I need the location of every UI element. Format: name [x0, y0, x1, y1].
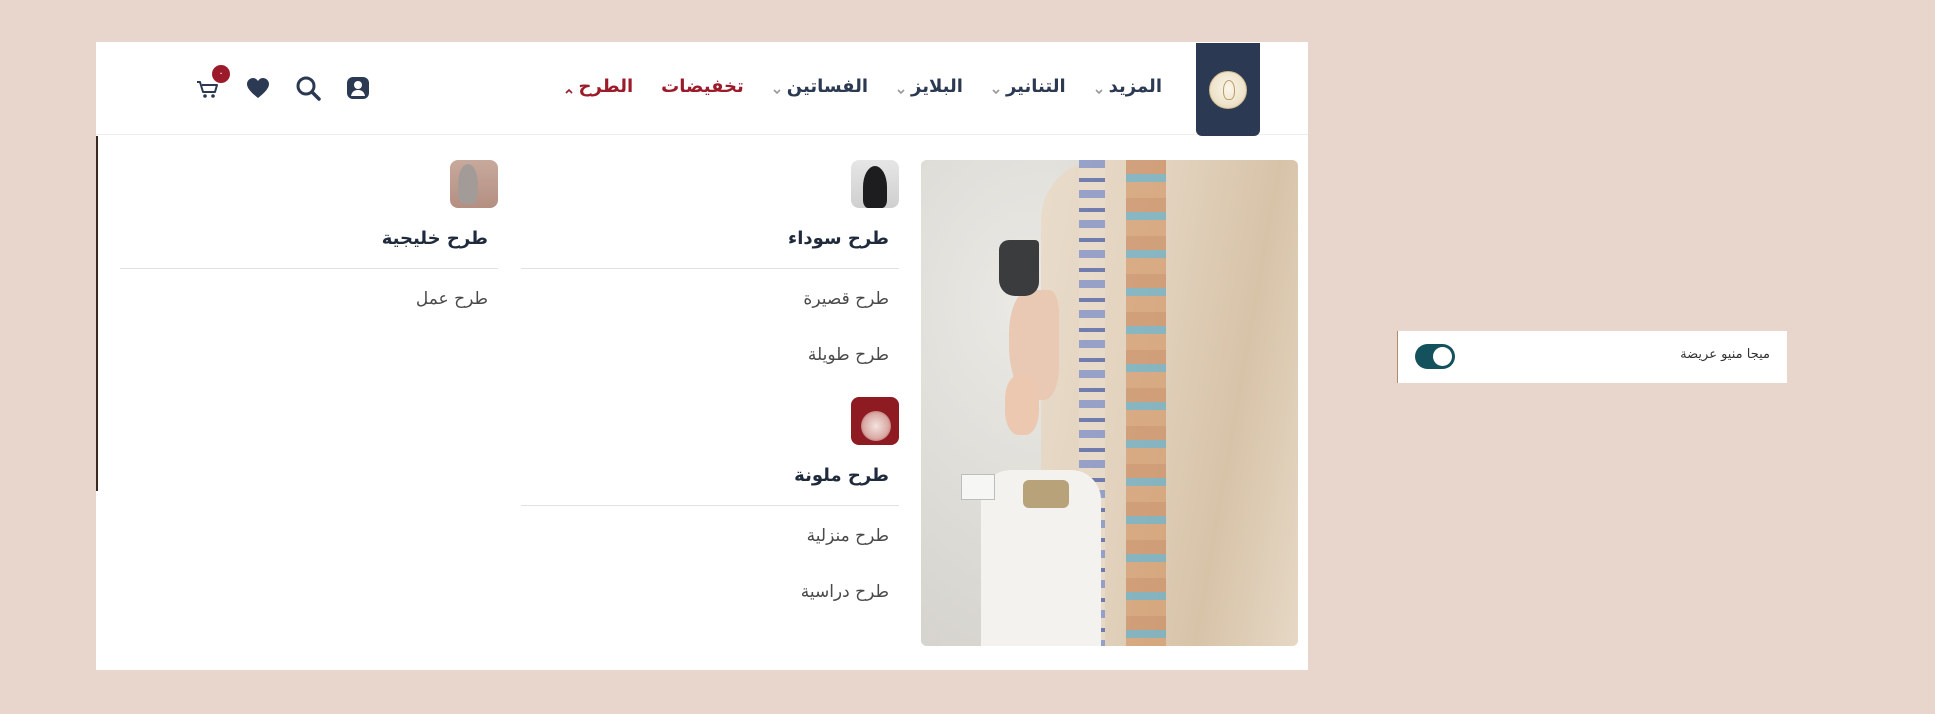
nav-item-label: تخفيضات: [661, 76, 744, 97]
nav-item-blouses[interactable]: البلايز: [896, 76, 963, 97]
mega-menu-settings-panel: ميجا منيو عريضة: [1397, 331, 1787, 383]
nav-item-label: البلايز: [911, 76, 963, 97]
logo-emblem-icon: [1209, 71, 1247, 109]
nav-item-more[interactable]: المزيد: [1094, 76, 1162, 97]
main-nav: الطرح تخفيضات الفساتين البلايز التنانير …: [564, 76, 1162, 97]
mega-menu: طرح سوداء طرح قصيرة طرح طويلة طرح ملونة …: [96, 136, 1308, 670]
search-button[interactable]: [294, 74, 322, 102]
settings-label: ميجا منيو عريضة: [1680, 347, 1770, 362]
divider: [521, 505, 899, 506]
divider: [521, 268, 899, 269]
site-frame: الطرح تخفيضات الفساتين البلايز التنانير …: [96, 42, 1308, 670]
chevron-down-icon: [896, 86, 906, 96]
nav-item-skirts[interactable]: التنانير: [991, 76, 1066, 97]
wishlist-button[interactable]: [244, 74, 272, 102]
nav-item-label: المزيد: [1108, 76, 1162, 97]
sub-link[interactable]: طرح قصيرة: [803, 289, 889, 309]
search-icon: [296, 76, 321, 101]
category-title[interactable]: طرح سوداء: [788, 228, 889, 249]
colored-hijab-thumbnail[interactable]: [851, 397, 899, 445]
mega-column-2: طرح خليجية طرح عمل: [120, 136, 498, 670]
nav-item-dresses[interactable]: الفساتين: [772, 76, 868, 97]
account-button[interactable]: [344, 74, 372, 102]
mega-column-1: طرح سوداء طرح قصيرة طرح طويلة طرح ملونة …: [521, 136, 899, 670]
chevron-down-icon: [991, 86, 1001, 96]
nav-item-sale[interactable]: تخفيضات: [661, 76, 744, 97]
wide-mega-menu-toggle[interactable]: [1415, 344, 1455, 369]
chevron-down-icon: [772, 86, 782, 96]
black-hijab-thumbnail[interactable]: [851, 160, 899, 208]
hero-image[interactable]: [921, 160, 1298, 646]
user-icon: [347, 77, 369, 99]
toggle-knob: [1433, 347, 1452, 366]
logo[interactable]: [1196, 43, 1260, 136]
cart-count-badge: ٠: [212, 65, 230, 83]
sub-link[interactable]: طرح طويلة: [808, 345, 889, 365]
chevron-up-icon: [564, 86, 574, 96]
nav-item-hijabs[interactable]: الطرح: [564, 76, 634, 97]
gulf-hijab-thumbnail[interactable]: [450, 160, 498, 208]
divider: [120, 268, 498, 269]
site-header: الطرح تخفيضات الفساتين البلايز التنانير …: [96, 42, 1308, 136]
nav-item-label: الطرح: [578, 76, 634, 97]
chevron-down-icon: [1094, 86, 1104, 96]
heart-icon: [247, 78, 269, 98]
category-title[interactable]: طرح خليجية: [382, 228, 488, 249]
sub-link[interactable]: طرح منزلية: [807, 526, 889, 546]
nav-item-label: الفساتين: [786, 76, 869, 97]
panel-edge: [96, 136, 98, 491]
cart-button[interactable]: ٠: [194, 65, 230, 102]
header-icons: ٠: [194, 65, 372, 102]
sub-link[interactable]: طرح عمل: [416, 289, 488, 309]
category-title[interactable]: طرح ملونة: [794, 465, 889, 486]
sub-link[interactable]: طرح دراسية: [801, 582, 889, 602]
nav-item-label: التنانير: [1005, 76, 1066, 97]
